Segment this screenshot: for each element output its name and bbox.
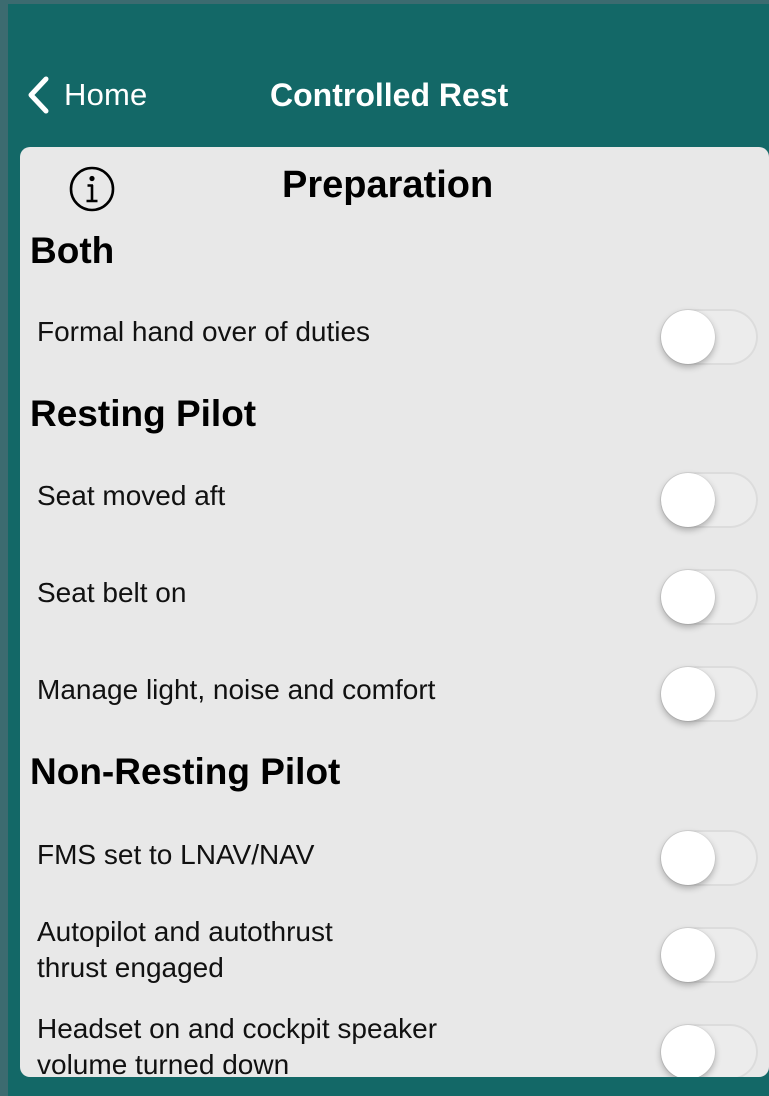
checklist-panel: Preparation Both Formal hand over of dut…: [20, 147, 769, 1077]
toggle-knob: [661, 928, 715, 982]
toggle-knob: [661, 310, 715, 364]
item-label: Formal hand over of duties: [37, 316, 371, 347]
item-label: Seat moved aft: [37, 480, 226, 511]
item-label: Seat belt on: [37, 577, 187, 608]
item-label: Manage light, noise and comfort: [37, 674, 436, 705]
section-heading-non-resting-pilot: Non-Resting Pilot: [30, 751, 341, 792]
item-label: FMS set to LNAV/NAV: [37, 839, 315, 870]
toggle-switch[interactable]: [660, 1024, 758, 1077]
toggle-knob: [661, 570, 715, 624]
toggle-switch[interactable]: [660, 309, 758, 365]
section-heading-resting-pilot: Resting Pilot: [30, 393, 257, 434]
chevron-left-icon: [28, 76, 49, 114]
section-heading-both: Both: [30, 230, 115, 271]
toggle-switch[interactable]: [660, 666, 758, 722]
toggle-switch[interactable]: [660, 569, 758, 625]
toggle-switch[interactable]: [660, 830, 758, 886]
toggle-knob: [661, 473, 715, 527]
item-label: Autopilot and autothrust thrust engaged: [37, 916, 333, 983]
toggle-switch[interactable]: [660, 927, 758, 983]
toggle-knob: [661, 667, 715, 721]
back-button[interactable]: Home: [26, 70, 148, 120]
toggle-knob: [661, 831, 715, 885]
app-window: Home Controlled Rest Preparation Both Fo…: [8, 4, 769, 1096]
info-circle-icon[interactable]: [68, 165, 116, 213]
page-title: Controlled Rest: [270, 77, 509, 113]
item-label: Headset on and cockpit speaker volume tu…: [37, 1013, 438, 1077]
panel-title: Preparation: [282, 164, 494, 206]
back-button-label: Home: [64, 77, 148, 112]
navigation-bar: Home Controlled Rest: [8, 4, 769, 138]
toggle-switch[interactable]: [660, 472, 758, 528]
toggle-knob: [661, 1025, 715, 1077]
